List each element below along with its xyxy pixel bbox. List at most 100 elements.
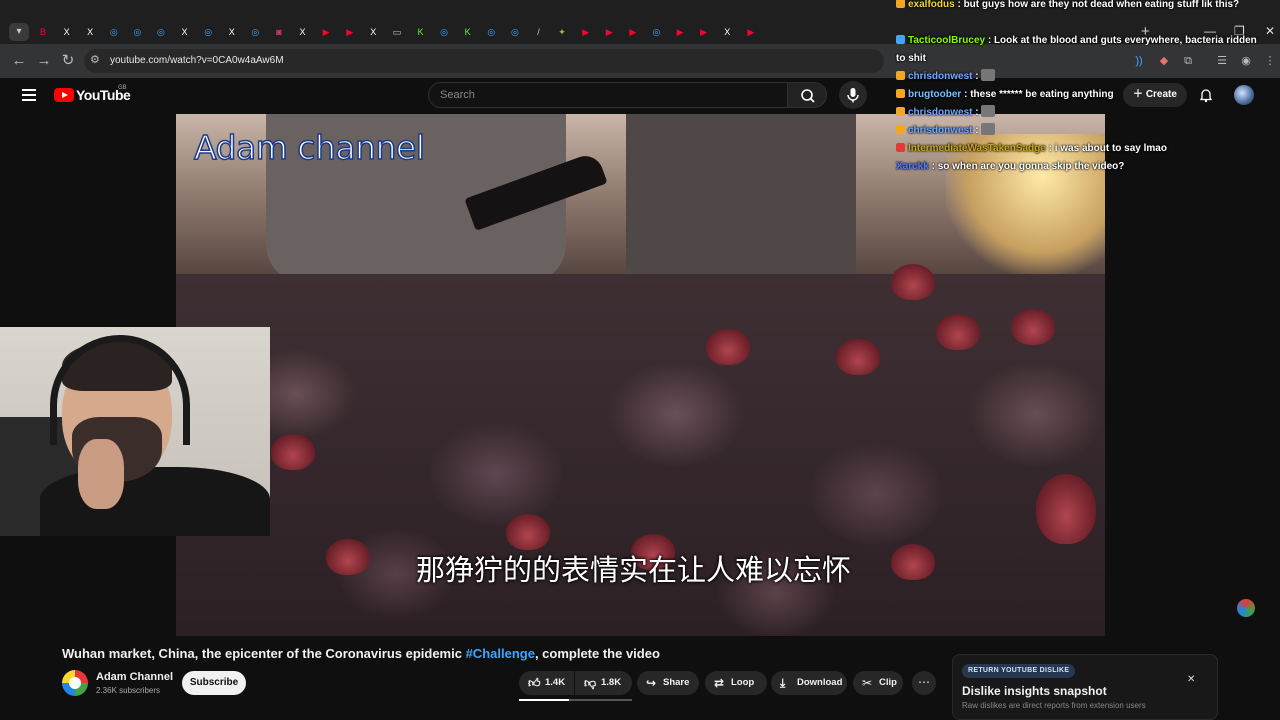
- x-tab[interactable]: X: [716, 22, 738, 42]
- globe-tab[interactable]: ◎: [645, 22, 667, 42]
- kick-tab[interactable]: K: [457, 22, 479, 42]
- hashtag-link[interactable]: #Challenge: [466, 646, 535, 661]
- reload-icon[interactable]: ↻: [58, 51, 78, 71]
- youtube-tab[interactable]: ▶: [339, 22, 361, 42]
- globe-tab[interactable]: ◎: [197, 22, 219, 42]
- chat-badge-icon: [896, 35, 905, 44]
- chat-badge-icon: [896, 143, 905, 152]
- share-icon: ↪: [646, 676, 657, 690]
- globe-tab[interactable]: ◎: [244, 22, 266, 42]
- site-info-icon[interactable]: ⚙: [90, 53, 100, 66]
- globe-icon: ◎: [440, 26, 449, 37]
- chat-username[interactable]: exalfodus: [908, 0, 955, 10]
- search-button[interactable]: [787, 82, 827, 108]
- chat-message: chrisdonwest :: [896, 68, 1276, 86]
- chat-username[interactable]: chrisdonwest: [908, 125, 972, 136]
- youtube-icon: ▶: [629, 26, 637, 37]
- chat-username[interactable]: TacticoolBrucey: [908, 35, 985, 46]
- window-tab[interactable]: ▭: [386, 22, 408, 42]
- x-tab[interactable]: X: [79, 22, 101, 42]
- youtube-tab[interactable]: ▶: [575, 22, 597, 42]
- back-icon[interactable]: ←: [9, 51, 29, 71]
- close-icon[interactable]: ✕: [1187, 674, 1195, 685]
- like-button[interactable]: 👍︎ 1.4K: [519, 671, 574, 695]
- x-icon: X: [87, 27, 94, 37]
- video-title: Wuhan market, China, the epicenter of th…: [62, 646, 660, 661]
- subscribe-button[interactable]: Subscribe: [182, 671, 246, 695]
- return-dislike-badge: RETURN YOUTUBE DISLIKE: [962, 664, 1076, 678]
- youtube-logo-icon[interactable]: [54, 88, 74, 102]
- x-tab[interactable]: X: [56, 22, 78, 42]
- youtube-tab[interactable]: B: [32, 22, 54, 42]
- globe-tab[interactable]: ◎: [480, 22, 502, 42]
- webcam-body: [40, 467, 270, 536]
- x-tab[interactable]: X: [221, 22, 243, 42]
- globe-tab[interactable]: ◎: [126, 22, 148, 42]
- chat-username[interactable]: chrisdonwest: [908, 71, 972, 82]
- microphone-icon: [847, 88, 859, 103]
- share-button[interactable]: ↪ Share: [637, 671, 699, 695]
- chat-username[interactable]: chrisdonwest: [908, 107, 972, 118]
- search-input[interactable]: [428, 82, 788, 108]
- share-label: Share: [663, 677, 690, 688]
- stream-chat-overlay: exalfodus : but guys how are they not de…: [896, 0, 1276, 176]
- webcam-hand: [78, 439, 124, 509]
- youtube-icon: ▶: [676, 26, 684, 37]
- return-dislike-text: Raw dislikes are direct reports from ext…: [962, 701, 1146, 710]
- x-tab[interactable]: X: [362, 22, 384, 42]
- youtube-tab[interactable]: ▶: [315, 22, 337, 42]
- channel-name[interactable]: Adam Channel: [96, 671, 173, 683]
- chat-username[interactable]: Xarckk: [896, 161, 929, 172]
- search-icon: [801, 89, 815, 103]
- x-tab[interactable]: X: [292, 22, 314, 42]
- clip-button[interactable]: ✂ Clip: [853, 671, 903, 695]
- more-actions-button[interactable]: ⋯: [912, 671, 936, 695]
- globe-tab[interactable]: ◎: [433, 22, 455, 42]
- globe-icon: ◎: [652, 26, 661, 37]
- youtube-icon: ▶: [346, 26, 354, 37]
- video-watermark: Adam channel: [193, 127, 425, 168]
- subscriber-count: 2.36K subscribers: [96, 686, 161, 695]
- instagram-tab[interactable]: ◙: [268, 22, 290, 42]
- loop-button[interactable]: ⇄ Loop: [705, 671, 767, 695]
- chat-username[interactable]: IntermediateWasTakenSadge: [908, 143, 1046, 154]
- x-icon: X: [228, 27, 235, 37]
- youtube-tab[interactable]: ▶: [622, 22, 644, 42]
- chat-badge-icon: [896, 0, 905, 8]
- globe-tab[interactable]: ◎: [504, 22, 526, 42]
- chat-message: brugtoober : these ****** be eating anyt…: [896, 86, 1276, 104]
- slash-tab[interactable]: /: [527, 22, 549, 42]
- download-button[interactable]: ⤓ Download: [771, 671, 847, 695]
- youtube-icon: ▶: [700, 26, 708, 37]
- chat-badge-icon: [896, 71, 905, 80]
- return-dislike-title: Dislike insights snapshot: [962, 684, 1107, 698]
- kick-tab[interactable]: K: [410, 22, 432, 42]
- dislike-button[interactable]: 👎︎ 1.8K: [575, 671, 632, 695]
- tab-strip: B X X ◎ ◎ ◎ X ◎ X ◎ ◙ X ▶ ▶ X ▭ K ◎ K ◎ ◎ / ✦ ▶ ▶ ▶ ◎ ▶ ▶ X ▶: [32, 22, 763, 44]
- leaf-tab[interactable]: ✦: [551, 22, 573, 42]
- instagram-icon: ◙: [276, 27, 282, 37]
- youtube-tab[interactable]: ▶: [598, 22, 620, 42]
- globe-tab[interactable]: ◎: [103, 22, 125, 42]
- channel-avatar[interactable]: [62, 670, 88, 696]
- assistant-orb-icon[interactable]: [1237, 599, 1255, 617]
- youtube-tab[interactable]: ▶: [693, 22, 715, 42]
- video-title-text: Wuhan market, China, the epicenter of th…: [62, 646, 466, 661]
- video-scene-detail: [1036, 474, 1096, 544]
- voice-search-button[interactable]: [839, 81, 867, 109]
- tab-search-dropdown[interactable]: ▾: [9, 23, 29, 41]
- youtube-icon: ▶: [747, 26, 755, 37]
- chat-username[interactable]: brugtoober: [908, 89, 961, 100]
- video-scene-detail: [836, 339, 880, 375]
- youtube-tab[interactable]: ▶: [740, 22, 762, 42]
- chat-message: IntermediateWasTakenSadge : i was about …: [896, 140, 1276, 158]
- url-text[interactable]: youtube.com/watch?v=0CA0w4aAw6M: [110, 55, 284, 66]
- youtube-icon: ▶: [582, 26, 590, 37]
- guide-menu-icon[interactable]: [22, 89, 36, 101]
- x-tab[interactable]: X: [174, 22, 196, 42]
- globe-tab[interactable]: ◎: [150, 22, 172, 42]
- video-player[interactable]: Adam channel 那狰狞的的表情实在让人难以忘怀: [176, 114, 1105, 636]
- youtube-tab[interactable]: ▶: [669, 22, 691, 42]
- forward-icon[interactable]: →: [34, 51, 54, 71]
- youtube-icon: B: [39, 27, 46, 37]
